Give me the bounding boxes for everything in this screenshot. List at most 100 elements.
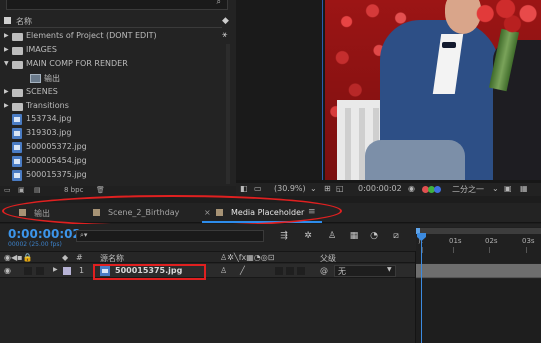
viewer-timecode[interactable]: 0:00:00:02 — [358, 184, 402, 193]
annotation-ellipse — [2, 195, 342, 227]
project-folder-item[interactable]: ▶ Elements of Project (DONT EDIT) — [0, 30, 222, 43]
project-item-name: 153734.jpg — [26, 114, 72, 124]
work-area-bar[interactable] — [416, 228, 541, 234]
quality-switch-icon[interactable]: ╱ — [240, 266, 245, 275]
folder-icon — [12, 60, 23, 69]
zoom-dropdown[interactable]: (30.9%) — [274, 184, 306, 193]
project-item-name: 500015375.jpg — [26, 170, 87, 179]
project-file-item[interactable]: 500005454.jpg — [0, 155, 222, 168]
layer-list-empty-area — [0, 279, 416, 343]
parent-header[interactable]: 父级 — [320, 253, 336, 264]
image-file-icon — [12, 114, 22, 126]
project-scrollbar[interactable] — [226, 44, 230, 184]
ruler-tick: 03s — [522, 237, 535, 253]
expand-arrow-icon[interactable]: ▶ — [4, 32, 9, 39]
parent-value: 无 — [338, 267, 346, 276]
flowchart-icon[interactable]: ⚹ — [222, 30, 232, 40]
shy-switch-icon[interactable]: ♙ — [220, 266, 227, 275]
switch-box[interactable] — [286, 267, 294, 275]
graph-editor-icon[interactable]: ⧄ — [390, 231, 402, 241]
image-file-icon — [12, 142, 22, 154]
source-name-header[interactable]: 源名称 — [100, 253, 124, 264]
motion-blur-icon[interactable]: ◔ — [368, 231, 380, 241]
project-file-item[interactable]: 153734.jpg — [0, 113, 222, 126]
layer-duration-bar[interactable] — [416, 264, 541, 278]
folder-icon — [12, 102, 23, 111]
expand-arrow-icon[interactable]: ▶ — [4, 88, 9, 95]
name-column-header[interactable]: 名称 — [16, 16, 32, 27]
project-panel: ⌕ 名称 ◆ ⚹ ▶ Elements of Project (DONT EDIT… — [0, 0, 236, 196]
project-folder-item[interactable]: ▼ MAIN COMP FOR RENDER — [0, 58, 222, 71]
switch-box[interactable] — [297, 267, 305, 275]
solo-switch[interactable] — [36, 267, 44, 275]
snapshot-icon[interactable]: ◉ — [408, 184, 415, 193]
region-icon[interactable]: ⊞ — [324, 184, 331, 193]
layer-row[interactable]: ◉ ▶ 1 500015375.jpg ♙ ╱ @ 无 ▼ — [0, 264, 416, 278]
image-file-icon — [12, 128, 22, 140]
viewer-pasteboard — [236, 0, 324, 180]
frame-rate-label: 00002 (25.00 fps) — [8, 241, 62, 248]
trash-icon[interactable]: 🗑 — [96, 186, 105, 194]
switches-header-icons[interactable]: ♙✲╲fx▦◔◎⊡ — [220, 253, 274, 262]
project-column-header[interactable]: 名称 — [0, 14, 222, 28]
bouquet-shape — [475, 0, 541, 34]
frame-blending-icon[interactable]: ▦ — [348, 231, 360, 241]
bpc-label[interactable]: 8 bpc — [64, 186, 83, 194]
image-file-icon — [12, 156, 22, 168]
switch-box[interactable] — [275, 267, 283, 275]
chevron-down-icon: ▼ — [387, 266, 392, 273]
project-folder-item[interactable]: ▶ SCENES — [0, 86, 222, 99]
channel-blue-icon[interactable] — [434, 186, 441, 193]
tag-icon[interactable]: ◆ — [222, 16, 232, 26]
new-folder-icon[interactable]: ▣ — [18, 186, 25, 194]
chevron-down-icon[interactable]: ⌄ — [310, 184, 317, 193]
project-file-item[interactable]: 500015375.jpg — [0, 169, 222, 182]
project-item-name: Transitions — [26, 100, 69, 110]
project-search-input[interactable]: ⌕ — [6, 0, 228, 10]
layer-column-header: ◉◀▪🔒 ◆ # 源名称 ♙✲╲fx▦◔◎⊡ 父级 — [0, 251, 416, 263]
project-item-name: SCENES — [26, 86, 58, 96]
timeline-timecode[interactable]: 0:00:00:02 — [8, 227, 81, 241]
project-file-item[interactable]: 500005372.jpg — [0, 141, 222, 154]
pickwhip-icon[interactable]: @ — [320, 266, 328, 275]
ruler-tick: 02s — [485, 237, 498, 253]
resolution-dropdown[interactable]: 二分之一 — [452, 184, 484, 195]
always-preview-icon[interactable]: ◧ — [240, 184, 248, 193]
timeline-empty-area — [416, 279, 541, 343]
folder-icon — [12, 46, 23, 55]
av-features-icons[interactable]: ◉◀▪🔒 — [4, 253, 33, 262]
folder-icon — [12, 88, 23, 97]
label-column-icon[interactable]: ◆ — [62, 253, 68, 262]
transparency-grid-icon[interactable]: ▦ — [520, 184, 528, 193]
roi-icon[interactable]: ▣ — [504, 184, 512, 193]
project-file-item[interactable]: 319303.jpg — [0, 127, 222, 140]
collapse-arrow-icon[interactable]: ▼ — [4, 60, 9, 67]
layer-number-header[interactable]: # — [76, 253, 83, 262]
current-time-indicator[interactable] — [421, 236, 422, 343]
comp-flowchart-icon[interactable]: ⇶ — [278, 231, 290, 241]
monitor-icon[interactable]: ▭ — [254, 184, 262, 193]
layer-label-color[interactable] — [63, 267, 71, 275]
project-comp-item[interactable]: 输出 — [0, 72, 222, 85]
project-item-name: Elements of Project (DONT EDIT) — [26, 31, 157, 40]
mask-icon[interactable]: ◱ — [336, 184, 344, 193]
project-folder-item[interactable]: ▶ IMAGES — [0, 44, 222, 57]
visibility-eye-icon[interactable]: ◉ — [4, 266, 11, 275]
project-item-name: IMAGES — [26, 44, 57, 54]
timeline-search-input[interactable]: ⌕▾ — [76, 230, 264, 242]
chevron-down-icon[interactable]: ⌄ — [492, 184, 499, 193]
parent-dropdown[interactable]: 无 ▼ — [334, 265, 396, 277]
expand-arrow-icon[interactable]: ▶ — [4, 46, 9, 53]
new-comp-icon[interactable]: ▤ — [34, 186, 41, 194]
project-folder-item[interactable]: ▶ Transitions — [0, 100, 222, 113]
search-icon: ⌕ — [216, 0, 221, 6]
expand-arrow-icon[interactable]: ▶ — [4, 102, 9, 109]
draft-3d-icon[interactable]: ✲ — [302, 231, 314, 241]
preview-image — [325, 0, 541, 180]
expand-arrow-icon[interactable]: ▶ — [53, 266, 58, 273]
folder-icon — [12, 33, 23, 41]
audio-switch[interactable] — [24, 267, 32, 275]
shy-layers-icon[interactable]: ♙ — [326, 231, 338, 241]
search-icon: ⌕▾ — [80, 231, 88, 239]
interpret-footage-icon[interactable]: ▭ — [4, 186, 11, 194]
